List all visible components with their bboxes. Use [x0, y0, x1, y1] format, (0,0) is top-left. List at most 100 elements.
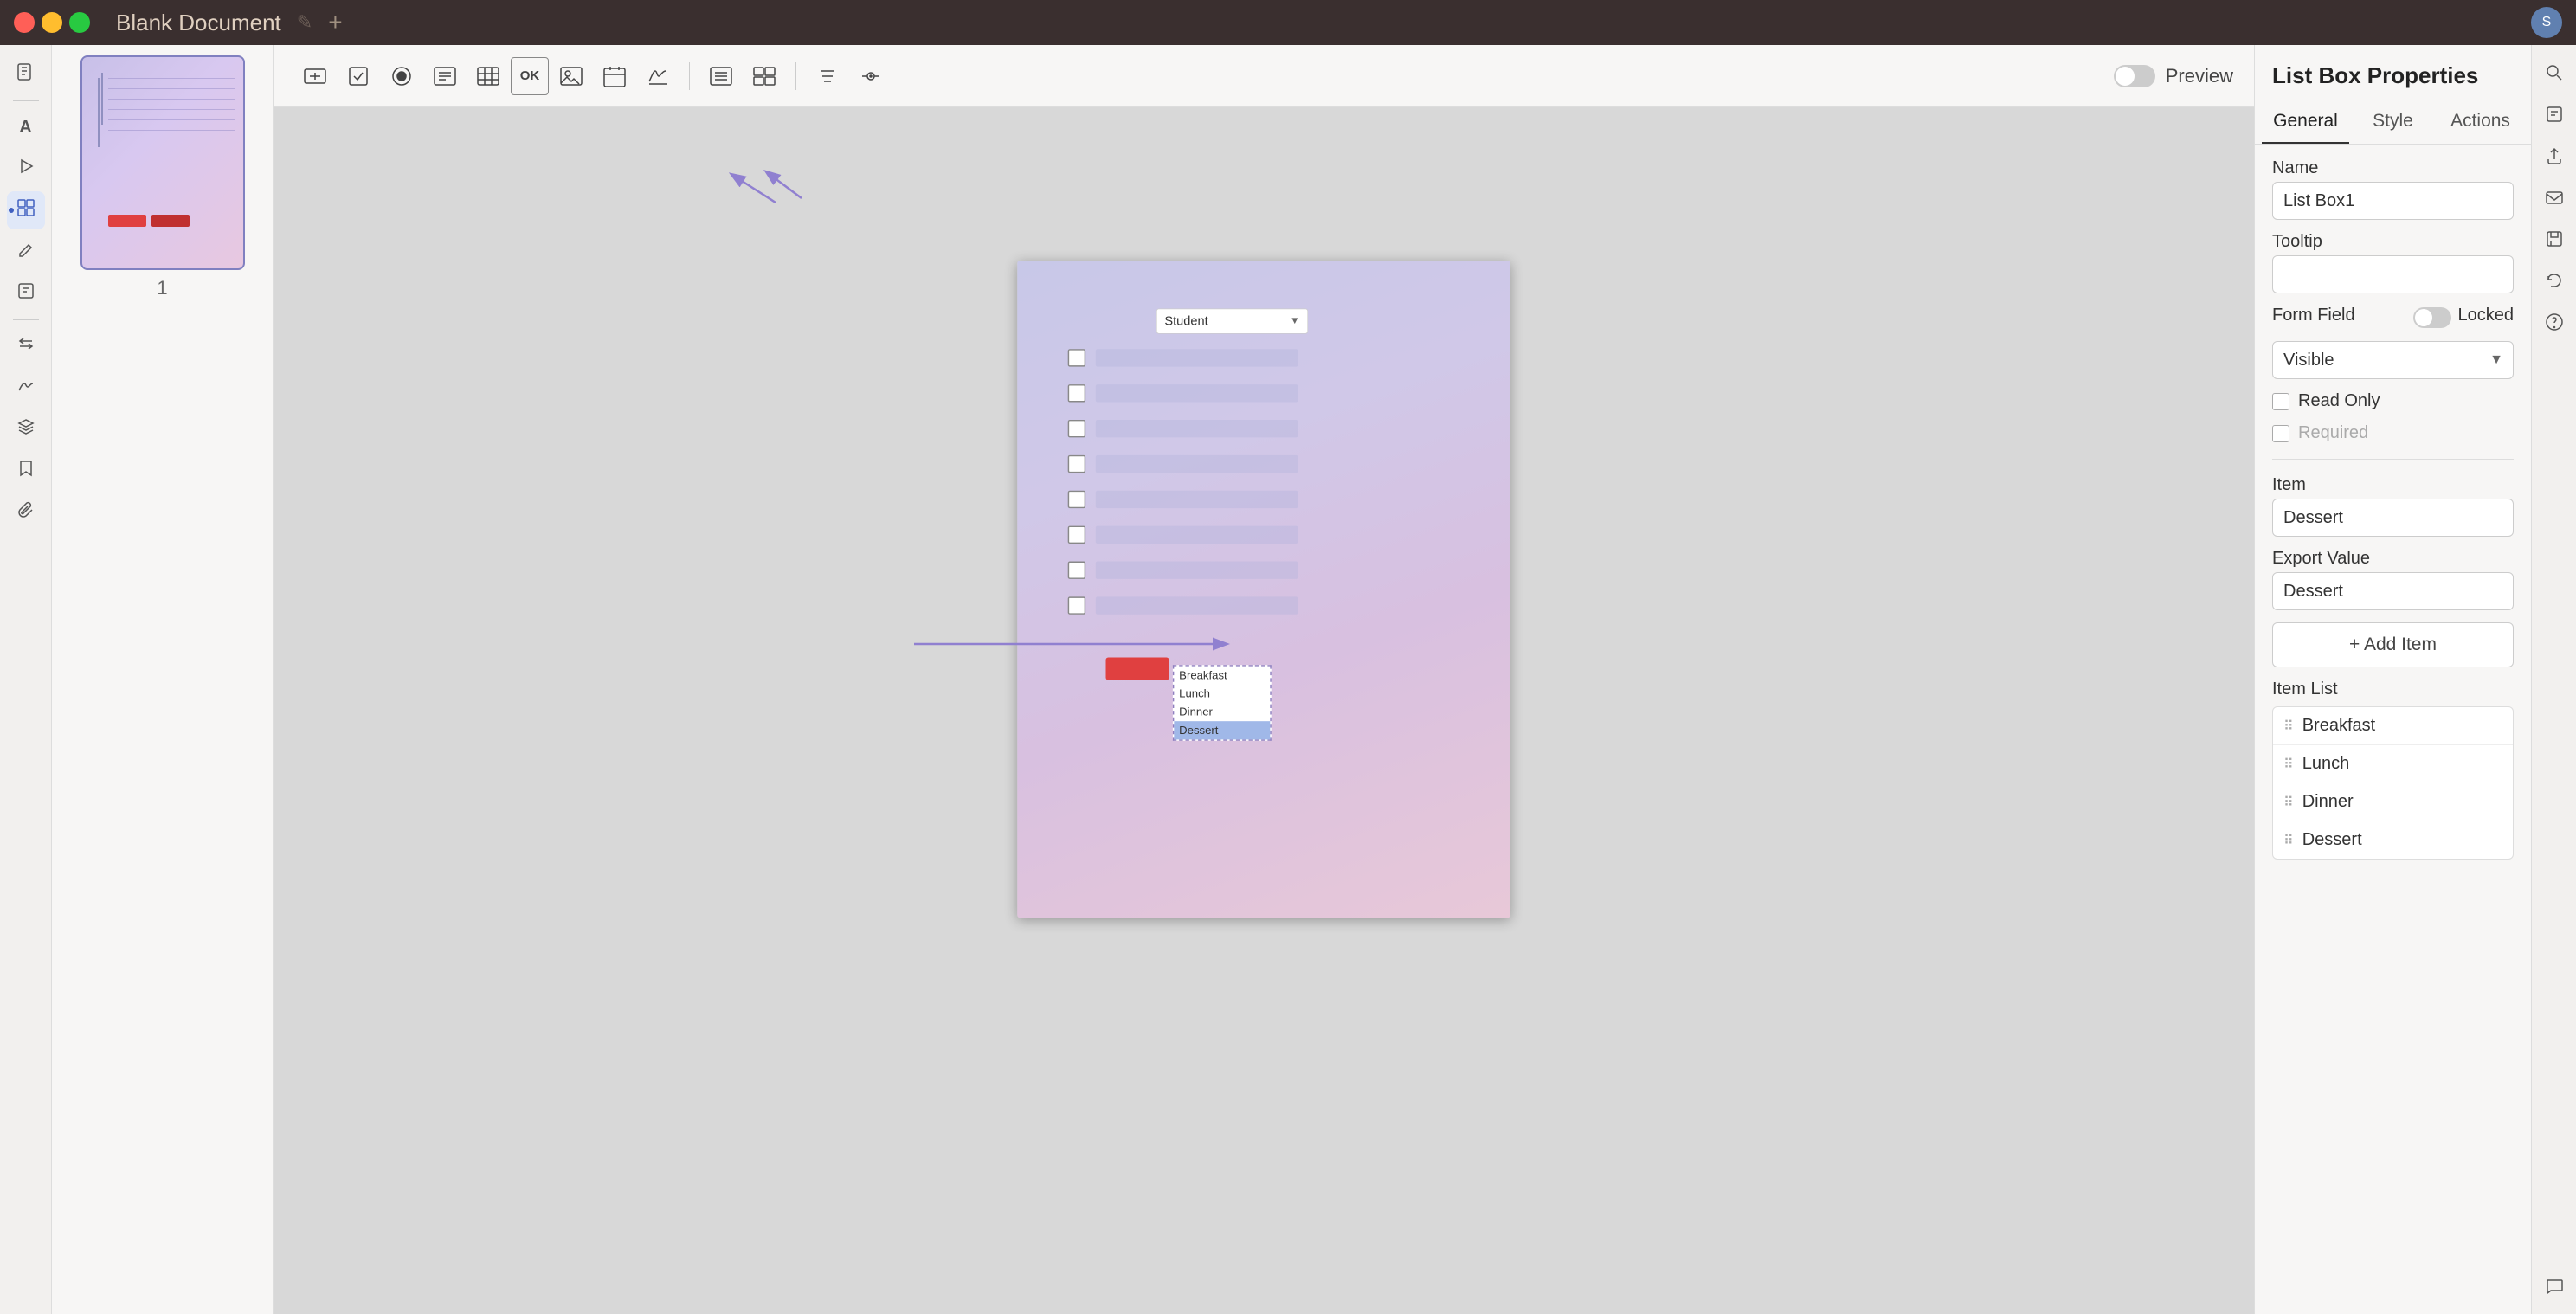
sidebar-icon-text[interactable]: A	[7, 108, 45, 146]
preview-toggle[interactable]	[2114, 65, 2155, 87]
text-field-button[interactable]	[294, 57, 336, 95]
sidebar-icon-bookmark[interactable]	[7, 452, 45, 490]
drag-handle-breakfast: ⠿	[2283, 718, 2294, 735]
canvas-red-button[interactable]	[1106, 657, 1169, 680]
export-value-input[interactable]	[2272, 572, 2514, 610]
sidebar-icon-form[interactable]	[7, 191, 45, 229]
listbox-item-dinner[interactable]: Dinner	[1174, 703, 1270, 721]
sidebar-divider-1	[13, 100, 39, 101]
signature-button[interactable]	[637, 57, 679, 95]
attach-icon	[16, 500, 35, 525]
ok-button-tool[interactable]: OK	[511, 57, 549, 95]
canvas-checklist	[1068, 349, 1298, 615]
sidebar-icon-attach[interactable]	[7, 493, 45, 531]
sidebar-icon-markup[interactable]	[7, 233, 45, 271]
list-item-dinner[interactable]: ⠿ Dinner	[2273, 783, 2513, 821]
listbox-item-dessert[interactable]: Dessert	[1174, 721, 1270, 739]
checkbox-8[interactable]	[1068, 596, 1085, 614]
minimize-button[interactable]	[42, 12, 62, 33]
required-label: Required	[2298, 423, 2368, 443]
item-label: Item	[2272, 475, 2514, 495]
signature-sidebar-icon	[16, 376, 35, 400]
dropdown-arrow-icon: ▼	[1290, 316, 1300, 327]
canvas-container[interactable]: Student ▼	[274, 107, 2254, 1314]
tab-style[interactable]: Style	[2349, 100, 2437, 144]
toolbar-layout-tools	[700, 57, 785, 95]
list-item-breakfast[interactable]: ⠿ Breakfast	[2273, 707, 2513, 745]
share-button[interactable]	[2537, 138, 2572, 173]
radio-button-tool[interactable]	[381, 57, 422, 95]
item-input[interactable]	[2272, 499, 2514, 537]
sidebar-icon-pages[interactable]	[7, 55, 45, 93]
check-row-4	[1068, 455, 1298, 473]
name-field-group: Name	[2272, 158, 2514, 220]
name-input[interactable]	[2272, 182, 2514, 220]
checkbox-5[interactable]	[1068, 491, 1085, 508]
visible-select[interactable]: Visible Hidden Hidden unless Required	[2272, 341, 2514, 379]
page-1-label: 1	[157, 277, 167, 300]
close-button[interactable]	[14, 12, 35, 33]
chat-button[interactable]	[2537, 1269, 2572, 1304]
canvas-student-dropdown[interactable]: Student ▼	[1156, 308, 1308, 333]
check-row-5	[1068, 491, 1298, 508]
markup-icon	[16, 240, 35, 264]
properties-title: List Box Properties	[2255, 45, 2531, 100]
checkbox-4[interactable]	[1068, 455, 1085, 473]
edit-title-icon[interactable]: ✎	[297, 11, 312, 34]
media-icon	[16, 157, 35, 181]
list-item-dessert[interactable]: ⠿ Dessert	[2273, 821, 2513, 859]
checkbox-3[interactable]	[1068, 420, 1085, 437]
sidebar-icon-layers[interactable]	[7, 410, 45, 448]
undo-button[interactable]	[2537, 263, 2572, 298]
canvas-listbox[interactable]: Breakfast Lunch Dinner Dessert	[1173, 665, 1272, 741]
user-avatar[interactable]: S	[2531, 7, 2562, 38]
page-1-thumbnail[interactable]	[80, 55, 245, 270]
item-label-dinner: Dinner	[2302, 792, 2354, 812]
date-button[interactable]	[594, 57, 635, 95]
item-list: ⠿ Breakfast ⠿ Lunch ⠿ Dinner ⠿ Dessert	[2272, 706, 2514, 860]
required-row: Required	[2272, 423, 2514, 443]
list-item-lunch[interactable]: ⠿ Lunch	[2273, 745, 2513, 783]
add-item-button[interactable]: + Add Item	[2272, 622, 2514, 667]
checkbox-button[interactable]	[338, 57, 379, 95]
search-button[interactable]	[2537, 55, 2572, 90]
listbox-item-lunch[interactable]: Lunch	[1174, 685, 1270, 703]
export-value-group: Export Value	[2272, 549, 2514, 610]
properties-button[interactable]	[2537, 97, 2572, 132]
toolbar: OK	[274, 45, 2254, 107]
checkbox-1[interactable]	[1068, 349, 1085, 366]
locked-toggle[interactable]	[2413, 307, 2451, 328]
grid-view-button[interactable]	[744, 57, 785, 95]
locked-label: Locked	[2458, 306, 2515, 325]
save-button[interactable]	[2537, 222, 2572, 256]
table-button[interactable]	[467, 57, 509, 95]
check-label-2	[1096, 384, 1298, 402]
tab-general[interactable]: General	[2262, 100, 2349, 144]
listbox-item-breakfast[interactable]: Breakfast	[1174, 667, 1270, 685]
form-field-row: Form Field Locked	[2272, 306, 2514, 329]
required-checkbox[interactable]	[2272, 425, 2289, 442]
sidebar-icon-media[interactable]	[7, 150, 45, 188]
image-button[interactable]	[551, 57, 592, 95]
maximize-button[interactable]	[69, 12, 90, 33]
distribute-button[interactable]	[850, 57, 892, 95]
checkbox-7[interactable]	[1068, 561, 1085, 578]
read-only-checkbox[interactable]	[2272, 393, 2289, 410]
tooltip-input[interactable]	[2272, 255, 2514, 293]
sidebar-icon-organize[interactable]	[7, 327, 45, 365]
checkbox-6[interactable]	[1068, 526, 1085, 544]
document-title: Blank Document	[116, 10, 281, 36]
visible-select-wrapper: Visible Hidden Hidden unless Required ▼	[2272, 341, 2514, 379]
sidebar-icon-notes[interactable]	[7, 274, 45, 312]
check-row-3	[1068, 420, 1298, 437]
mail-button[interactable]	[2537, 180, 2572, 215]
tab-actions[interactable]: Actions	[2437, 100, 2524, 144]
text-area-button[interactable]	[424, 57, 466, 95]
sidebar-icon-signs[interactable]	[7, 369, 45, 407]
list-view-button[interactable]	[700, 57, 742, 95]
add-tab-button[interactable]: +	[328, 9, 342, 36]
checkbox-2[interactable]	[1068, 384, 1085, 402]
align-button[interactable]	[807, 57, 848, 95]
layers-icon	[16, 417, 35, 441]
help-button[interactable]	[2537, 305, 2572, 339]
